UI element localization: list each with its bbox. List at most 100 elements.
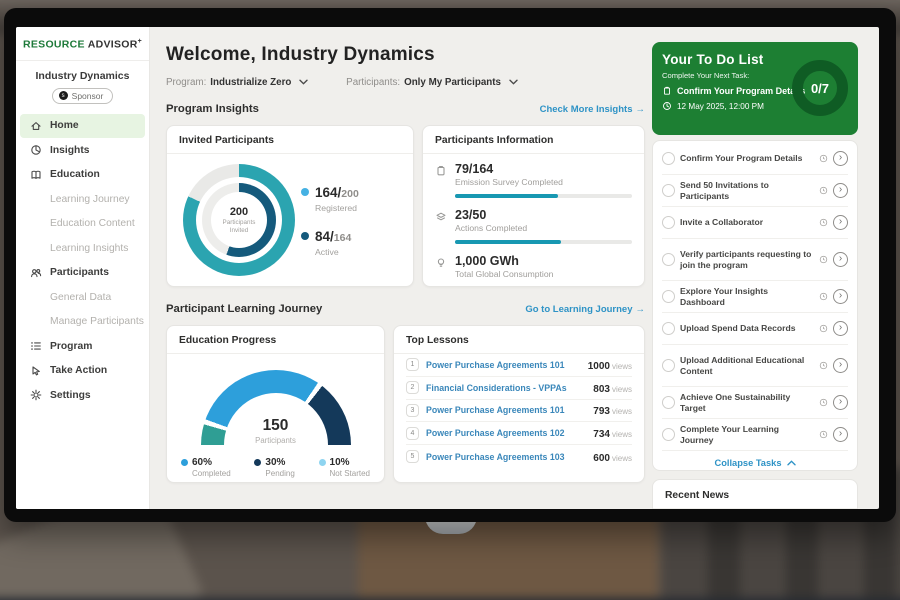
emission-survey-progress-bar <box>455 194 632 198</box>
recent-news-title: Recent News <box>653 480 857 509</box>
sidebar-item-education-content[interactable]: Education Content <box>16 212 149 237</box>
not-started-dot <box>319 459 326 466</box>
lesson-link[interactable]: Power Purchase Agreements 103 <box>426 452 586 462</box>
collapse-tasks-link[interactable]: Collapse Tasks <box>662 451 848 475</box>
rank-chip: 1 <box>406 358 419 371</box>
main-content: Welcome, Industry Dynamics Program: Indus… <box>150 27 661 509</box>
sidebar-item-participants[interactable]: Participants <box>16 261 149 286</box>
invited-participants-title: Invited Participants <box>167 126 413 154</box>
sidebar-item-take-action[interactable]: Take Action <box>16 359 149 384</box>
program-filter-value: Industrialize Zero <box>210 77 291 88</box>
participants-filter-value: Only My Participants <box>404 77 501 88</box>
monitor-bezel: RESOURCE ADVISOR+ Industry Dynamics s Sp… <box>4 8 896 522</box>
task-checkbox[interactable] <box>662 322 675 335</box>
task-go-button[interactable]: › <box>833 215 848 230</box>
donut-legend: 164/200 Registered 84/164 Active <box>301 184 359 257</box>
task-checkbox[interactable] <box>662 359 675 372</box>
sidebar-item-manage-participants[interactable]: Manage Participants <box>16 310 149 335</box>
todo-progress-ring: 0/7 <box>792 60 848 116</box>
sponsor-label: Sponsor <box>72 91 104 101</box>
task-go-button[interactable]: › <box>833 151 848 166</box>
program-insights-title: Program Insights <box>166 103 259 115</box>
lesson-link[interactable]: Power Purchase Agreements 101 <box>426 360 581 370</box>
clock-icon <box>819 292 828 301</box>
sidebar-item-general-data[interactable]: General Data <box>16 285 149 310</box>
chevron-up-icon <box>787 460 796 466</box>
legend-not-started: 10% Not Started <box>319 457 370 478</box>
todo-task-list: Confirm Your Program Details › Send 50 I… <box>652 140 858 471</box>
program-filter-label: Program: <box>166 77 206 88</box>
top-lessons-title: Top Lessons <box>394 326 644 354</box>
sidebar-item-education[interactable]: Education <box>16 163 149 188</box>
task-go-button[interactable]: › <box>833 289 848 304</box>
education-progress-card: Education Progress 150 Participants 6 <box>166 325 385 483</box>
sidebar-item-settings[interactable]: Settings <box>16 383 149 408</box>
task-checkbox[interactable] <box>662 216 675 229</box>
right-panel: Your To Do List Complete Your Next Task:… <box>652 27 858 509</box>
sidebar-item-learning-insights[interactable]: Learning Insights <box>16 236 149 261</box>
sidebar-item-learning-journey[interactable]: Learning Journey <box>16 187 149 212</box>
task-checkbox[interactable] <box>662 253 675 266</box>
lesson-link[interactable]: Power Purchase Agreements 102 <box>426 428 586 438</box>
task-row: Upload Additional Educational Content › <box>662 345 848 387</box>
home-icon <box>30 120 42 132</box>
task-go-button[interactable]: › <box>833 321 848 336</box>
task-go-button[interactable]: › <box>833 252 848 267</box>
task-row: Send 50 Invitations to Participants › <box>662 175 848 207</box>
clock-icon <box>819 430 828 439</box>
clipboard-icon <box>435 165 447 177</box>
top-lessons-card: Top Lessons 1 Power Purchase Agreements … <box>393 325 645 483</box>
task-checkbox[interactable] <box>662 184 675 197</box>
task-checkbox[interactable] <box>662 290 675 303</box>
chevron-down-icon[interactable] <box>509 77 518 88</box>
todo-summary-card: Your To Do List Complete Your Next Task:… <box>652 42 858 135</box>
gauge-center-label: Participants <box>201 436 351 445</box>
rank-chip: 3 <box>406 404 419 417</box>
task-checkbox[interactable] <box>662 396 675 409</box>
sponsor-icon: s <box>59 91 68 100</box>
learning-journey-header: Participant Learning Journey Go to Learn… <box>166 303 645 315</box>
task-go-button[interactable]: › <box>833 358 848 373</box>
sidebar: RESOURCE ADVISOR+ Industry Dynamics s Sp… <box>16 27 150 509</box>
check-more-insights-link[interactable]: Check More Insights→ <box>540 104 645 115</box>
right-arrow-icon: → <box>636 304 646 315</box>
right-arrow-icon: → <box>636 104 646 115</box>
task-go-button[interactable]: › <box>833 427 848 442</box>
take-action-icon <box>30 365 42 377</box>
scene: RESOURCE ADVISOR+ Industry Dynamics s Sp… <box>0 0 900 600</box>
clipboard-icon <box>662 86 672 96</box>
task-checkbox[interactable] <box>662 428 675 441</box>
legend-active: 84/164 Active <box>301 228 359 257</box>
go-to-learning-journey-link[interactable]: Go to Learning Journey→ <box>525 304 645 315</box>
participants-information-card: Participants Information 79/164 Emission… <box>422 125 645 287</box>
education-progress-title: Education Progress <box>167 326 384 354</box>
task-row: Explore Your Insights Dashboard › <box>662 281 848 313</box>
bulb-icon <box>435 257 447 269</box>
actions-progress-bar <box>455 240 632 244</box>
task-go-button[interactable]: › <box>833 183 848 198</box>
participants-information-title: Participants Information <box>423 126 644 154</box>
task-go-button[interactable]: › <box>833 395 848 410</box>
page-title: Welcome, Industry Dynamics <box>166 44 435 66</box>
sidebar-item-program[interactable]: Program <box>16 334 149 359</box>
task-checkbox[interactable] <box>662 152 675 165</box>
rank-chip: 2 <box>406 381 419 394</box>
lesson-link[interactable]: Power Purchase Agreements 101 <box>426 405 586 415</box>
divider <box>16 60 149 61</box>
clock-icon <box>819 255 828 264</box>
participants-icon <box>30 267 42 279</box>
invited-participants-body: 200 Participants Invited 164/200 Registe… <box>167 154 413 286</box>
clock-icon <box>662 101 672 111</box>
program-icon <box>30 340 42 352</box>
chevron-down-icon[interactable] <box>299 77 308 88</box>
legend-pending: 30% Pending <box>254 457 294 478</box>
participants-filter[interactable]: Participants:Only My Participants <box>346 77 518 88</box>
sidebar-item-home[interactable]: Home <box>20 114 145 139</box>
settings-icon <box>30 389 42 401</box>
lesson-link[interactable]: Financial Considerations - VPPAs <box>426 383 586 393</box>
program-filter[interactable]: Program: Industrialize Zero <box>166 77 308 88</box>
emission-survey-row: 79/164 Emission Survey Completed <box>423 154 644 200</box>
brand-secondary: ADVISOR <box>88 39 138 51</box>
sidebar-item-insights[interactable]: Insights <box>16 138 149 163</box>
education-progress-gauge-chart: 150 Participants <box>201 370 351 445</box>
